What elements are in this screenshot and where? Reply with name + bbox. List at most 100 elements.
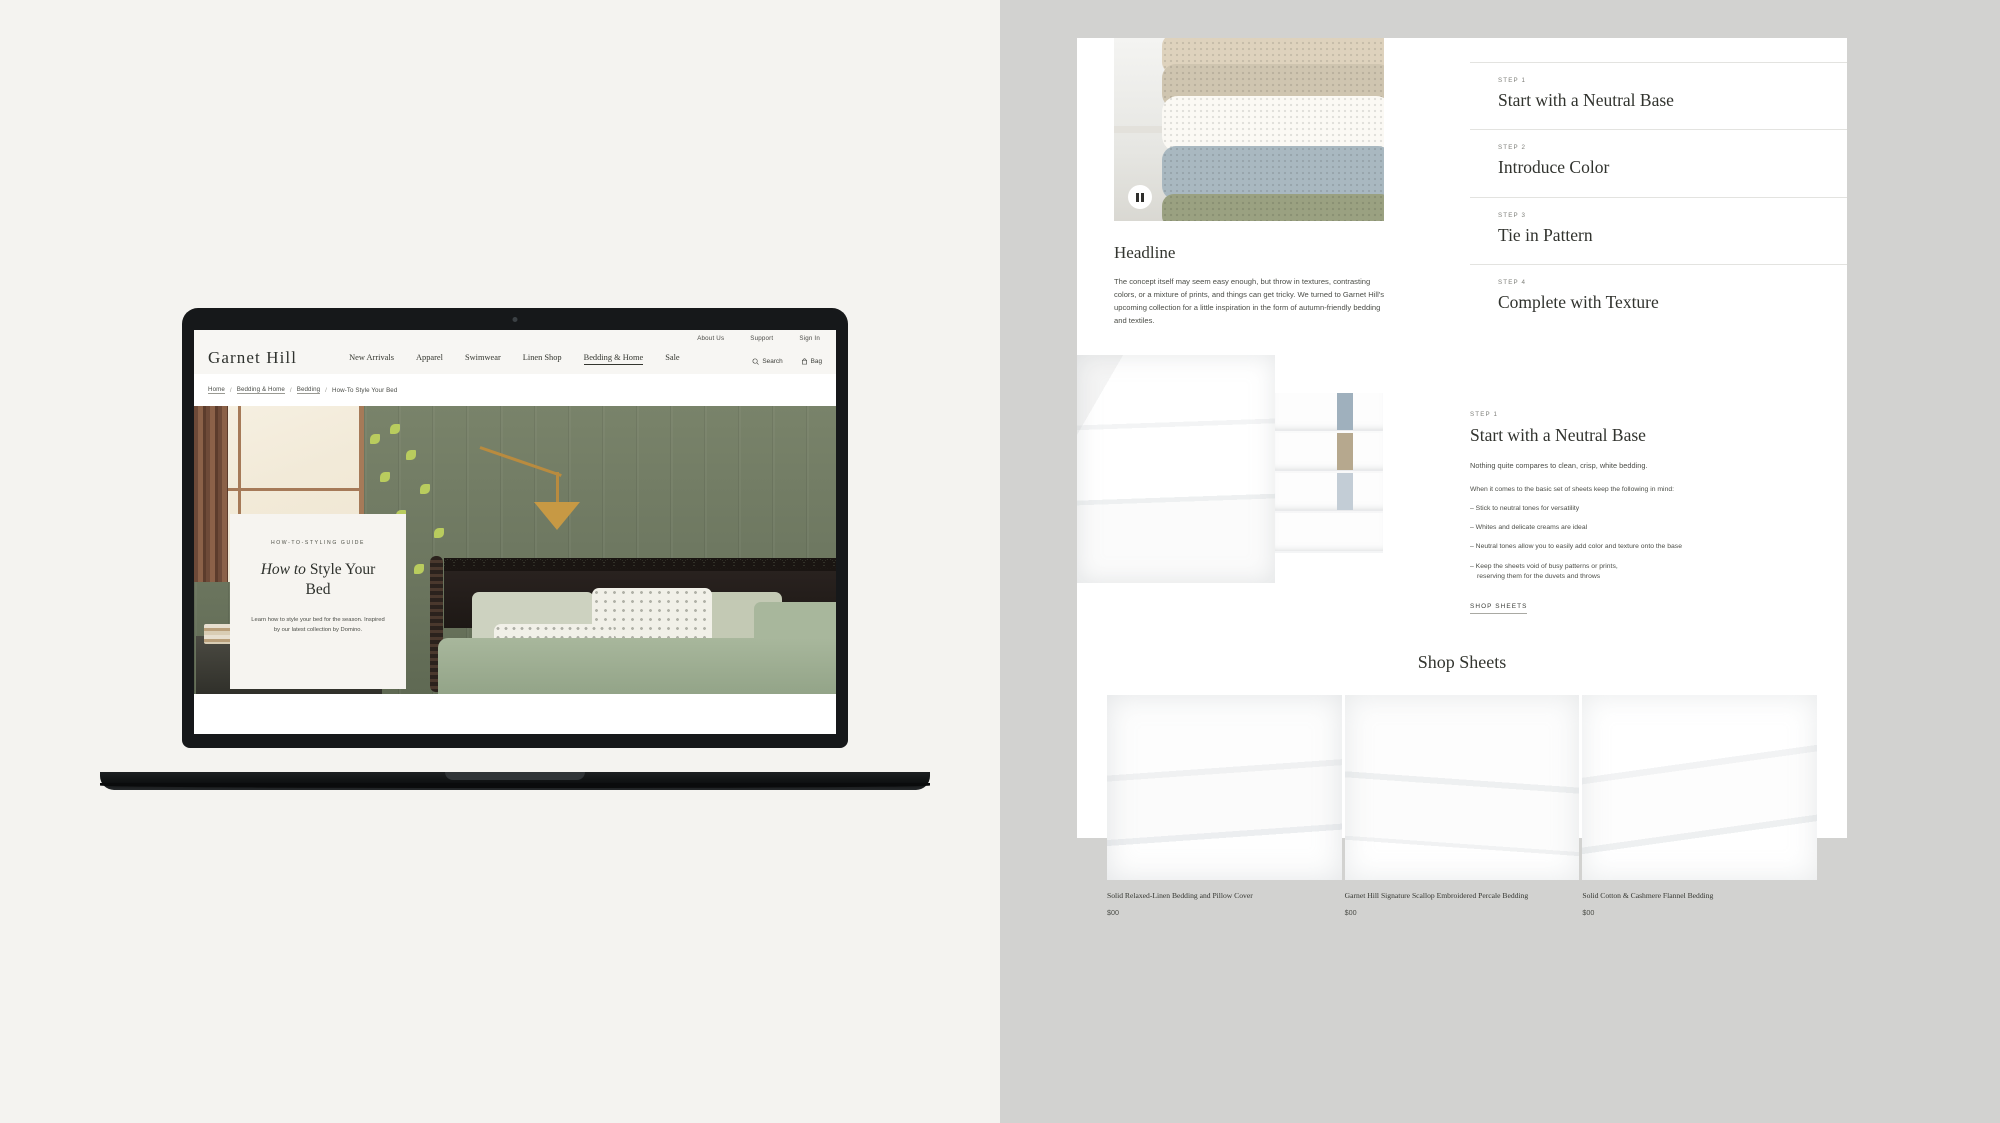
breadcrumb-separator: / [325,386,327,394]
product-card[interactable]: Solid Cotton & Cashmere Flannel Bedding … [1582,694,1818,918]
step-kicker: STEP 2 [1498,144,1527,152]
product-name: Solid Relaxed-Linen Bedding and Pillow C… [1107,890,1253,900]
hero-title-rest: Style Your Bed [305,561,376,598]
step-one-images [1077,355,1422,614]
hero-curtain [194,406,228,582]
intro-section: Headline The concept itself may seem eas… [1077,38,1847,331]
laptop-screen: About Us Support Sign In Garnet Hill New… [194,330,836,734]
util-nav-support[interactable]: Support [750,335,773,342]
breadcrumb: Home / Bedding & Home / Bedding / How-To… [194,374,836,406]
steps-list: STEP 1 Start with a Neutral Base STEP 2 … [1470,38,1847,331]
video-column: Headline The concept itself may seem eas… [1077,38,1422,331]
product-image [1582,694,1818,880]
step-item-4[interactable]: STEP 4 Complete with Texture [1470,263,1847,331]
step-name: Tie in Pattern [1498,224,1593,245]
product-image [1344,694,1580,880]
bullet-text-continued: reserving them for the duvets and throws [1477,572,1601,580]
product-name: Garnet Hill Signature Scallop Embroidere… [1344,890,1529,900]
bullet-item: – Neutral tones allow you to easily add … [1470,542,1847,552]
step-one-lead: Nothing quite compares to clean, crisp, … [1470,461,1648,470]
bag-label: Bag [810,358,822,365]
article-page: Headline The concept itself may seem eas… [1077,38,1847,917]
step-item-3[interactable]: STEP 3 Tie in Pattern [1470,196,1847,264]
hero-subtitle: Learn how to style your bed for the seas… [251,616,385,634]
step-name: Introduce Color [1498,157,1610,178]
nav-item-apparel[interactable]: Apparel [416,353,443,365]
shop-sheets-section: Shop Sheets Solid Relaxed-Linen Bedding … [1077,652,1847,917]
webcam-icon [512,317,518,322]
blanket-stack-image [1114,38,1384,221]
header-actions: Search Bag [752,358,822,368]
blanket-white [1162,96,1384,152]
step-kicker: STEP 1 [1498,77,1527,84]
hero-duvet [438,638,836,694]
shop-sheets-link[interactable]: SHOP SHEETS [1470,603,1528,614]
main-nav: New Arrivals Apparel Swimwear Linen Shop… [349,353,680,368]
laptop-notch [445,772,585,780]
step-name: Start with a Neutral Base [1498,90,1674,110]
nav-item-linen-shop[interactable]: Linen Shop [523,353,562,365]
headline-body: The concept itself may seem easy enough,… [1114,277,1385,326]
laptop-foot [100,783,930,788]
headline-block: Headline The concept itself may seem eas… [1114,221,1386,327]
bag-icon [801,358,807,365]
nav-item-swimwear[interactable]: Swimwear [465,353,501,365]
nav-item-sale[interactable]: Sale [665,353,679,365]
folded-sheets-image [1275,393,1383,553]
pause-icon[interactable] [1128,185,1152,209]
blanket-olive [1162,194,1384,221]
step-kicker: STEP 3 [1498,211,1527,219]
laptop-body: About Us Support Sign In Garnet Hill New… [182,308,848,748]
left-mockup-panel: About Us Support Sign In Garnet Hill New… [0,0,1000,1123]
step-one-title: Start with a Neutral Base [1470,425,1646,445]
step-one-bullets: – Stick to neutral tones for versatility… [1470,504,1847,582]
hero-headboard-beads [444,558,836,571]
shop-sheets-title: Shop Sheets [1417,651,1507,672]
right-page-panel: Headline The concept itself may seem eas… [1000,0,2000,1123]
hero-title-italic: How to [260,561,306,578]
search-button[interactable]: Search [752,358,783,365]
breadcrumb-separator: / [229,386,232,394]
site-header: About Us Support Sign In Garnet Hill New… [194,330,836,374]
product-image [1107,694,1342,880]
step-name: Complete with Texture [1498,291,1659,312]
util-nav-sign-in[interactable]: Sign In [799,335,820,342]
step-one-intro: When it comes to the basic set of sheets… [1470,486,1675,493]
search-icon [752,358,760,365]
utility-nav: About Us Support Sign In [697,335,820,342]
bullet-item: – Stick to neutral tones for versatility [1470,504,1847,514]
step-one-text: STEP 1 Start with a Neutral Base Nothing… [1470,355,1847,614]
hero-card: HOW-TO-STYLING GUIDE How to Style Your B… [230,514,406,689]
bullet-text: – Keep the sheets void of busy patterns … [1470,562,1618,570]
product-price: $00 [1582,908,1595,918]
breadcrumb-bedding[interactable]: Bedding [296,386,321,394]
bullet-text: – Whites and delicate creams are ideal [1470,524,1588,532]
product-price: $00 [1107,908,1119,918]
bullet-item: – Keep the sheets void of busy patterns … [1470,562,1847,582]
nav-item-bedding-and-home[interactable]: Bedding & Home [583,353,644,365]
linen-sheets-image [1077,355,1275,583]
bullet-text: – Neutral tones allow you to easily add … [1470,543,1682,551]
breadcrumb-home[interactable]: Home [208,386,225,394]
breadcrumb-separator: / [289,386,292,394]
util-nav-about-us[interactable]: About Us [697,335,724,342]
product-grid: Solid Relaxed-Linen Bedding and Pillow C… [1077,694,1847,918]
step-item-1[interactable]: STEP 1 Start with a Neutral Base [1470,62,1847,129]
step-one-section: STEP 1 Start with a Neutral Base Nothing… [1077,355,1847,614]
nav-item-new-arrivals[interactable]: New Arrivals [349,353,394,365]
breadcrumb-bedding-and-home[interactable]: Bedding & Home [236,386,285,394]
brand-logo[interactable]: Garnet Hill [208,349,297,368]
bullet-text: – Stick to neutral tones for versatility [1470,505,1580,512]
step-item-2[interactable]: STEP 2 Introduce Color [1470,129,1847,196]
product-name: Solid Cotton & Cashmere Flannel Bedding [1582,890,1714,900]
product-card[interactable]: Solid Relaxed-Linen Bedding and Pillow C… [1107,694,1342,918]
hero-title: How to Style Your Bed [248,560,388,600]
video-thumbnail[interactable] [1114,38,1384,221]
headline-title: Headline [1114,243,1176,262]
hero-banner: HOW-TO-STYLING GUIDE How to Style Your B… [194,406,836,694]
bullet-item: – Whites and delicate creams are ideal [1470,523,1847,533]
product-card[interactable]: Garnet Hill Signature Scallop Embroidere… [1344,694,1580,918]
product-price: $00 [1344,908,1357,918]
bag-button[interactable]: Bag [801,358,822,365]
search-label: Search [762,358,783,365]
